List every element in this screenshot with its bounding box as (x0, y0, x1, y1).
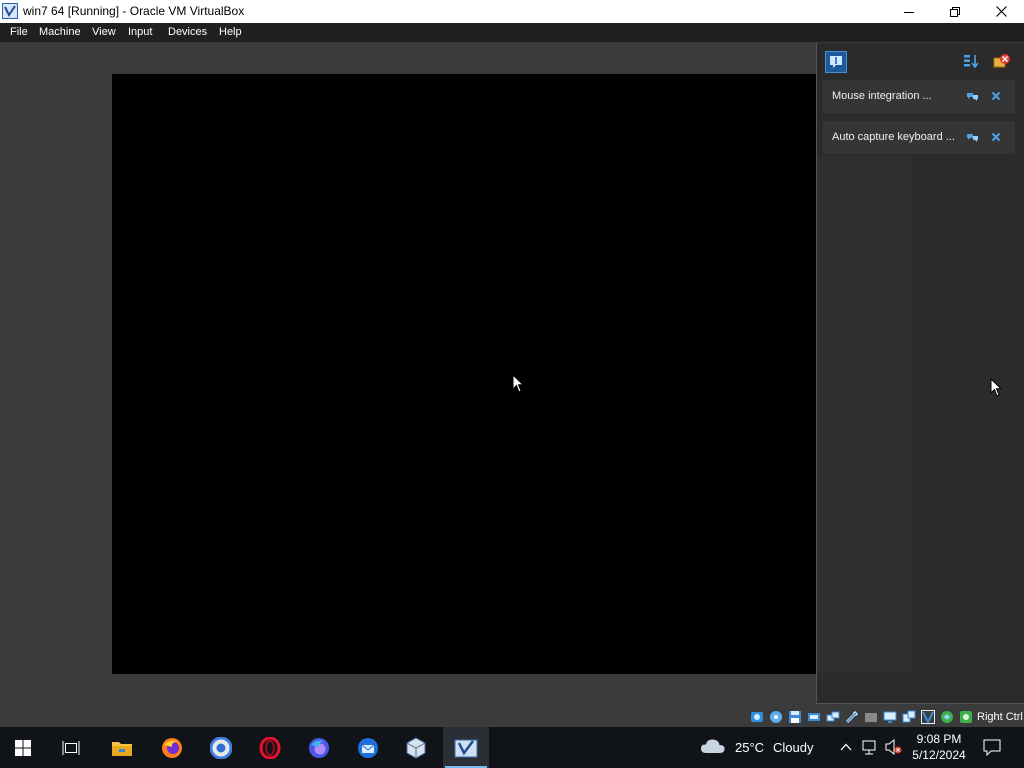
vm-screen[interactable] (112, 74, 817, 674)
firefox-developer-icon (309, 737, 329, 758)
shared-folder-icon[interactable] (864, 710, 878, 724)
notification-toggle[interactable] (966, 131, 978, 143)
keyboard-icon[interactable] (959, 710, 973, 724)
taskbar-virtualbox-vm[interactable] (443, 727, 489, 768)
notification-text: Mouse integration ... (832, 90, 932, 102)
taskbar-file-explorer[interactable] (99, 727, 145, 768)
taskbar-chrome[interactable] (198, 727, 244, 768)
clear-all-icon (993, 54, 1010, 68)
notification-toggle[interactable] (966, 90, 978, 102)
task-view-icon (62, 740, 80, 755)
menu-file[interactable]: File (10, 26, 28, 38)
close-icon (991, 91, 1001, 101)
restore-icon (950, 6, 960, 17)
virtualbox-vm-icon (454, 739, 478, 757)
taskbar-virtualbox[interactable] (393, 727, 439, 768)
toggle-icon (966, 92, 978, 101)
chevron-up-icon[interactable] (840, 743, 852, 751)
network-icon[interactable] (826, 710, 840, 724)
notification-close[interactable] (990, 131, 1002, 143)
audio-icon[interactable] (807, 710, 821, 724)
windows-start-icon (15, 739, 31, 756)
cpu-icon[interactable] (921, 710, 935, 724)
firefox-icon (162, 737, 182, 758)
title-bar[interactable]: win7 64 [Running] - Oracle VM VirtualBox (0, 0, 1024, 23)
panel-shade (817, 155, 911, 673)
cloud-icon (701, 739, 725, 753)
optical-drive-icon[interactable] (769, 710, 783, 724)
notification-center: Mouse integration ... Auto capture keybo… (816, 43, 1024, 704)
taskbar-firefox[interactable] (149, 727, 195, 768)
opera-icon (259, 736, 281, 759)
notification-center-icon (830, 56, 842, 68)
minimize-button[interactable] (886, 0, 932, 23)
notification-center-button[interactable] (825, 51, 847, 73)
taskbar: 25°C Cloudy 9:08 PM 5/12/2024 (0, 727, 1024, 768)
chrome-icon (210, 736, 232, 759)
file-explorer-icon (112, 741, 132, 756)
status-bar: Right Ctrl (0, 707, 1024, 727)
thunderbird-icon (358, 737, 378, 758)
notification-item[interactable]: Auto capture keyboard ... (823, 121, 1015, 154)
clock[interactable]: 9:08 PM 5/12/2024 (905, 731, 973, 763)
hard-disk-icon[interactable] (750, 710, 764, 724)
notification-text: Auto capture keyboard ... (832, 131, 955, 143)
start-button[interactable] (0, 727, 46, 768)
menu-machine[interactable]: Machine (39, 26, 81, 38)
clock-date: 5/12/2024 (912, 748, 966, 762)
close-icon (995, 6, 1007, 17)
task-view-button[interactable] (48, 727, 94, 768)
floppy-icon[interactable] (788, 710, 802, 724)
notification-close[interactable] (990, 90, 1002, 102)
menu-help[interactable]: Help (219, 26, 242, 38)
notification-item[interactable]: Mouse integration ... (823, 80, 1015, 113)
host-key-label[interactable]: Right Ctrl (977, 711, 1023, 723)
menu-input[interactable]: Input (128, 26, 152, 38)
recording-icon[interactable] (902, 710, 916, 724)
close-button[interactable] (978, 0, 1024, 23)
weather-condition[interactable]: Cloudy (773, 740, 813, 755)
network-icon[interactable] (862, 739, 880, 755)
taskbar-thunderbird[interactable] (345, 727, 391, 768)
mouse-cursor-icon (990, 378, 1002, 397)
usb-icon[interactable] (845, 710, 859, 724)
menu-bar: File Machine View Input Devices Help (0, 23, 1024, 42)
taskbar-firefox-developer[interactable] (296, 727, 342, 768)
window-title: win7 64 [Running] - Oracle VM VirtualBox (23, 4, 245, 18)
toggle-icon (966, 133, 978, 142)
taskbar-opera[interactable] (247, 727, 293, 768)
menu-view[interactable]: View (92, 26, 116, 38)
display-icon[interactable] (883, 710, 897, 724)
clear-all-button[interactable] (992, 51, 1012, 71)
restore-button[interactable] (932, 0, 978, 23)
virtualbox-app-icon (2, 3, 18, 19)
action-center-icon[interactable] (983, 739, 1001, 756)
mouse-cursor-icon (512, 374, 524, 393)
weather-temp[interactable]: 25°C (735, 740, 764, 755)
sort-icon (964, 55, 979, 69)
virtualbox-icon (406, 736, 426, 759)
clock-time: 9:08 PM (916, 732, 962, 746)
menu-devices[interactable]: Devices (168, 26, 207, 38)
minimize-icon (904, 11, 914, 13)
close-icon (991, 132, 1001, 142)
mouse-integration-icon[interactable] (940, 710, 954, 724)
speaker-muted-icon[interactable] (885, 739, 903, 755)
sort-button[interactable] (961, 51, 981, 71)
